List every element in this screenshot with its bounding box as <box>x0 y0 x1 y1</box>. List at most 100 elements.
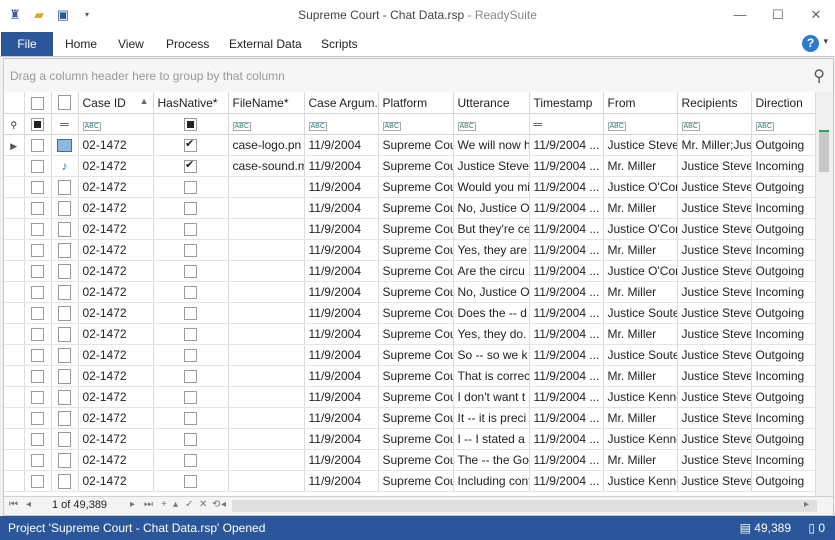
cell-hasnative-checkbox[interactable] <box>153 155 229 177</box>
menu-scripts[interactable]: Scripts <box>312 32 367 56</box>
cell-filename[interactable] <box>228 239 305 261</box>
table-row[interactable]: 02-1472 11/9/2004 Supreme Cou So -- so we k… <box>4 344 829 366</box>
cell-utterance[interactable]: We will now h <box>453 134 530 156</box>
select-all-checkbox[interactable] <box>24 92 52 114</box>
table-row[interactable]: 02-1472 11/9/2004 Supreme Cou Does the -- d… <box>4 302 829 324</box>
cell-from[interactable]: Justice O'Con <box>603 176 678 198</box>
column-header-case-id[interactable]: Case ID ▲ <box>78 92 154 114</box>
vertical-scrollbar[interactable] <box>815 92 833 497</box>
cell-timestamp[interactable]: 11/9/2004 ... <box>529 302 604 324</box>
horizontal-scrollbar[interactable] <box>232 500 817 512</box>
cell-from[interactable]: Justice Soute <box>603 302 678 324</box>
cell-timestamp[interactable]: 11/9/2004 ... <box>529 134 604 156</box>
menu-external-data[interactable]: External Data <box>220 32 311 56</box>
cell-case-argument[interactable]: 11/9/2004 <box>304 344 379 366</box>
scrollbar-thumb[interactable] <box>819 132 829 172</box>
cell-platform[interactable]: Supreme Cou <box>378 281 454 303</box>
filter-platform[interactable]: ABC <box>378 113 454 135</box>
cell-recipients[interactable]: Justice Steve <box>677 365 752 387</box>
cell-recipients[interactable]: Justice Steve <box>677 197 752 219</box>
document-icon[interactable] <box>51 344 79 366</box>
cell-recipients[interactable]: Justice Steve <box>677 344 752 366</box>
cell-case-argument[interactable]: 11/9/2004 <box>304 470 379 492</box>
cell-platform[interactable]: Supreme Cou <box>378 449 454 471</box>
cell-recipients[interactable]: Justice Steve <box>677 155 752 177</box>
cell-case-argument[interactable]: 11/9/2004 <box>304 449 379 471</box>
cell-case-id[interactable]: 02-1472 <box>78 323 154 345</box>
cell-recipients[interactable]: Mr. Miller;Just <box>677 134 752 156</box>
cell-platform[interactable]: Supreme Cou <box>378 365 454 387</box>
cell-from[interactable]: Justice Kenne <box>603 386 678 408</box>
cell-utterance[interactable]: I don't want t <box>453 386 530 408</box>
audio-file-icon[interactable]: ♪ <box>51 155 79 177</box>
cell-hasnative-checkbox[interactable] <box>153 386 229 408</box>
cell-case-id[interactable]: 02-1472 <box>78 134 154 156</box>
help-icon[interactable]: ? <box>802 35 819 52</box>
menu-file[interactable]: File <box>1 32 53 56</box>
filter-filename[interactable]: ABC <box>228 113 305 135</box>
cell-case-argument[interactable]: 11/9/2004 <box>304 218 379 240</box>
cell-platform[interactable]: Supreme Cou <box>378 260 454 282</box>
cell-platform[interactable]: Supreme Cou <box>378 134 454 156</box>
column-header-from[interactable]: From <box>603 92 678 114</box>
scroll-right-icon[interactable]: ▸ <box>804 499 809 510</box>
filter-case-id[interactable]: ABC <box>78 113 154 135</box>
cell-from[interactable]: Justice Steve <box>603 134 678 156</box>
cell-case-argument[interactable]: 11/9/2004 <box>304 197 379 219</box>
cell-recipients[interactable]: Justice Steve <box>677 302 752 324</box>
cell-filename[interactable] <box>228 428 305 450</box>
row-select-checkbox[interactable] <box>24 407 52 429</box>
cell-timestamp[interactable]: 11/9/2004 ... <box>529 239 604 261</box>
cell-case-argument[interactable]: 11/9/2004 <box>304 260 379 282</box>
cell-hasnative-checkbox[interactable] <box>153 134 229 156</box>
row-indicator[interactable] <box>4 323 25 345</box>
cell-recipients[interactable]: Justice Steve <box>677 260 752 282</box>
cell-case-id[interactable]: 02-1472 <box>78 218 154 240</box>
row-indicator[interactable] <box>4 386 25 408</box>
cell-hasnative-checkbox[interactable] <box>153 344 229 366</box>
table-row[interactable]: ▶ 02-1472 case-logo.pn11/9/2004Supreme Cou… <box>4 134 829 156</box>
row-select-checkbox[interactable] <box>24 176 52 198</box>
maximize-button[interactable]: ☐ <box>759 0 797 30</box>
cell-filename[interactable] <box>228 218 305 240</box>
cell-filename[interactable] <box>228 281 305 303</box>
document-icon[interactable] <box>51 365 79 387</box>
cell-from[interactable]: Mr. Miller <box>603 155 678 177</box>
row-select-checkbox[interactable] <box>24 302 52 324</box>
cell-timestamp[interactable]: 11/9/2004 ... <box>529 218 604 240</box>
cell-case-argument[interactable]: 11/9/2004 <box>304 134 379 156</box>
row-select-checkbox[interactable] <box>24 218 52 240</box>
cell-recipients[interactable]: Justice Steve <box>677 239 752 261</box>
column-header-case-argument[interactable]: Case Argum... <box>304 92 379 114</box>
cell-timestamp[interactable]: 11/9/2004 ... <box>529 365 604 387</box>
document-icon[interactable] <box>51 239 79 261</box>
cell-filename[interactable] <box>228 302 305 324</box>
column-header-hasnative[interactable]: HasNative* <box>153 92 229 114</box>
table-row[interactable]: 02-1472 11/9/2004 Supreme Cou Are the circu… <box>4 260 829 282</box>
cell-recipients[interactable]: Justice Steve <box>677 470 752 492</box>
cell-case-id[interactable]: 02-1472 <box>78 428 154 450</box>
cell-utterance[interactable]: Would you mi <box>453 176 530 198</box>
cell-hasnative-checkbox[interactable] <box>153 281 229 303</box>
cell-utterance[interactable]: The -- the Go <box>453 449 530 471</box>
cell-hasnative-checkbox[interactable] <box>153 239 229 261</box>
cell-recipients[interactable]: Justice Steve <box>677 218 752 240</box>
cell-from[interactable]: Mr. Miller <box>603 281 678 303</box>
menu-home[interactable]: Home <box>56 32 106 56</box>
filter-doc-type[interactable]: ═ <box>51 113 79 135</box>
document-icon[interactable] <box>51 260 79 282</box>
row-select-checkbox[interactable] <box>24 449 52 471</box>
cell-from[interactable]: Mr. Miller <box>603 365 678 387</box>
document-icon[interactable] <box>51 407 79 429</box>
cell-case-id[interactable]: 02-1472 <box>78 470 154 492</box>
cell-from[interactable]: Mr. Miller <box>603 197 678 219</box>
cell-recipients[interactable]: Justice Steve <box>677 428 752 450</box>
column-header-recipients[interactable]: Recipients <box>677 92 752 114</box>
row-indicator[interactable] <box>4 365 25 387</box>
search-icon[interactable]: ⚲ <box>813 66 825 86</box>
cell-case-argument[interactable]: 11/9/2004 <box>304 239 379 261</box>
cell-case-id[interactable]: 02-1472 <box>78 239 154 261</box>
cell-timestamp[interactable]: 11/9/2004 ... <box>529 176 604 198</box>
row-select-checkbox[interactable] <box>24 155 52 177</box>
help-dropdown-icon[interactable]: ▾ <box>823 36 828 47</box>
